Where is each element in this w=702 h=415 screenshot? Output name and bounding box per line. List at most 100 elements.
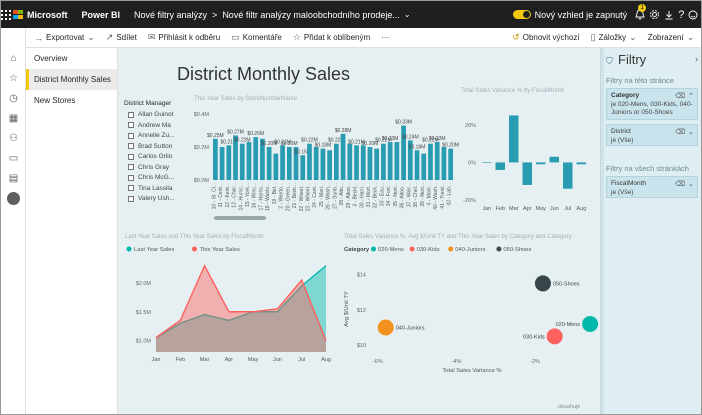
new-look-toggle[interactable]: Nový vzhled je zapnutý	[512, 10, 627, 20]
apps-icon[interactable]: ▦	[1, 108, 26, 128]
slicer-item[interactable]: Carlos Grilo	[128, 153, 172, 160]
legend-marker	[192, 246, 197, 252]
collapse-pane-icon[interactable]: ›	[695, 54, 698, 64]
x-tick-label: 23 - Wheel...	[305, 183, 311, 211]
workspace-link[interactable]: Nové filtry analýzy	[134, 10, 207, 20]
report-name[interactable]: Nové filtr analýzy maloobchodního prodej…	[222, 10, 400, 20]
filter-card-district[interactable]: District je (Vše) ⌫ ⌄	[606, 124, 698, 146]
app-window: Microsoft Power BI Nové filtry analýzy >…	[0, 0, 702, 415]
filter-card-category[interactable]: Category je 020-Mens, 030-Kids, 040-Juni…	[606, 88, 698, 120]
page-tab-district-monthly-sales[interactable]: District Monthly Sales	[26, 69, 117, 90]
slicer-item[interactable]: Brad Sutton	[128, 143, 172, 150]
category-scatter-chart[interactable]: Category 020-Mens 030-Kids 040-Juniors 050-S…	[340, 242, 598, 374]
app-name[interactable]: Power BI	[82, 10, 121, 20]
view-button[interactable]: Zobrazení ⌄	[648, 32, 695, 43]
share-label: Sdílet	[116, 33, 137, 42]
legend-marker	[496, 246, 502, 252]
filters-title: Filtry	[618, 52, 647, 67]
scatter-chart-title: Total Sales Variance %, Avg $/Unit TY an…	[344, 234, 572, 240]
filter-value: je (Vše)	[611, 189, 634, 196]
checkbox[interactable]	[128, 143, 134, 149]
more-options-button[interactable]: ···	[381, 33, 389, 42]
slicer-item-label: Andrew Ma	[138, 121, 171, 129]
horizontal-scrollbar[interactable]	[214, 216, 266, 220]
checkbox[interactable]	[128, 164, 134, 170]
reset-button[interactable]: ↺ Obnovit výchozí	[512, 32, 579, 43]
slicer-item[interactable]: Valery Ush...	[128, 195, 175, 202]
eraser-icon[interactable]: ⌫	[675, 128, 685, 136]
slicer-item[interactable]: Chris Gray	[128, 164, 169, 171]
download-icon[interactable]	[664, 6, 674, 24]
x-tick-label: 2 - Weirto...	[279, 183, 285, 209]
learn-icon[interactable]: ▭	[1, 148, 26, 168]
slicer-item[interactable]: Annelie Zu...	[128, 132, 175, 139]
page-tab-overview[interactable]: Overview	[26, 48, 117, 69]
chevron-down-icon[interactable]: ⌄	[688, 180, 694, 188]
data-label: $0.18M	[409, 144, 426, 150]
filter-card-fiscalmonth[interactable]: FiscalMonth je (Vše) ⌫ ⌄	[606, 176, 698, 198]
feedback-icon[interactable]	[688, 6, 698, 24]
brand-label: Microsoft	[27, 9, 68, 20]
chevron-down-icon[interactable]: ⌄	[688, 128, 694, 136]
x-axis-title: Total Sales Variance %	[442, 368, 501, 374]
chevron-down-icon[interactable]: ⌄	[404, 10, 411, 19]
variance-bar-chart[interactable]: -20% 0% 20% Jan Feb Mar Apr May Jun Jul Aug	[458, 100, 592, 220]
current-workspace-icon[interactable]	[1, 188, 26, 208]
bar	[421, 153, 427, 180]
bar	[334, 143, 339, 180]
legend-marker	[371, 246, 376, 252]
checkbox[interactable]	[128, 185, 134, 191]
chevron-up-icon[interactable]: ⌃	[688, 92, 694, 100]
mail-icon: ✉	[147, 32, 156, 42]
x-tick-label: 40 - Wash...	[433, 183, 439, 210]
comments-label: Komentáře	[242, 33, 282, 42]
subscribe-button[interactable]: ✉ Přihlásit k odběru	[148, 32, 220, 43]
bar	[387, 142, 393, 180]
eraser-icon[interactable]: ⌫	[675, 92, 685, 100]
y-tick-label: $14	[357, 273, 366, 279]
x-tick-label: Jan	[482, 206, 491, 212]
bar	[374, 148, 380, 180]
x-tick-label: 35 - Nort...	[393, 183, 399, 207]
slicer-item[interactable]: Allan Guinot	[128, 111, 173, 118]
slicer-item[interactable]: Tina Lassila	[128, 185, 172, 192]
toggle-switch[interactable]	[512, 10, 531, 19]
y-axis-title: Avg $/Unit TY	[344, 291, 350, 327]
x-tick-label: 38 - Chel...	[413, 183, 419, 207]
home-icon[interactable]: ⌂	[1, 48, 26, 68]
bar	[286, 147, 292, 180]
help-icon[interactable]: ?	[678, 6, 684, 24]
checkbox[interactable]	[128, 122, 134, 128]
settings-icon[interactable]	[649, 6, 660, 24]
app-launcher-icon[interactable]	[1, 1, 11, 28]
checkbox[interactable]	[128, 174, 134, 181]
all-pages-filters-heading: Filtry na všech stránkách	[606, 164, 689, 173]
share-button[interactable]: ↗ Sdílet	[106, 32, 137, 43]
checkbox[interactable]	[128, 132, 134, 139]
slicer-item[interactable]: Chris McG...	[128, 174, 174, 181]
slicer-item[interactable]: Andrew Ma	[128, 122, 171, 129]
page-tab-new-stores[interactable]: New Stores	[26, 90, 117, 111]
y-tick-label: $1.5M	[136, 310, 152, 316]
notifications-icon[interactable]: 1	[635, 3, 647, 24]
data-label: $0.28M	[335, 128, 352, 134]
footer-text: obsahuje	[558, 404, 581, 410]
comments-button[interactable]: ▭ Komentáře	[231, 32, 282, 43]
export-icon: →	[34, 32, 43, 43]
x-tick-label: Aug	[576, 206, 586, 212]
y-tick-label: $0.2M	[194, 145, 210, 151]
workspaces-icon[interactable]: ▤	[1, 168, 26, 188]
shared-icon[interactable]: ⚇	[1, 128, 26, 148]
checkbox[interactable]	[128, 195, 134, 202]
bar	[441, 147, 447, 180]
checkbox[interactable]	[128, 111, 134, 118]
store-sales-bar-chart[interactable]: $0.0M $0.2M $0.4M $0.25M 10 - St. Cl... 11 - …	[178, 104, 460, 224]
favorites-icon[interactable]: ☆	[1, 68, 26, 88]
sales-area-chart[interactable]: Last Year Sales This Year Sales $1.0M $1.5M…	[122, 242, 334, 370]
bookmarks-button[interactable]: ▯ Záložky ⌄	[591, 32, 637, 43]
favorite-button[interactable]: ☆ Přidat k oblíbeným	[293, 32, 370, 43]
eraser-icon[interactable]: ⌫	[675, 180, 685, 188]
export-button[interactable]: → Exportovat ⌄	[34, 32, 95, 43]
checkbox[interactable]	[128, 153, 134, 160]
recent-icon[interactable]: ◷	[1, 88, 26, 108]
